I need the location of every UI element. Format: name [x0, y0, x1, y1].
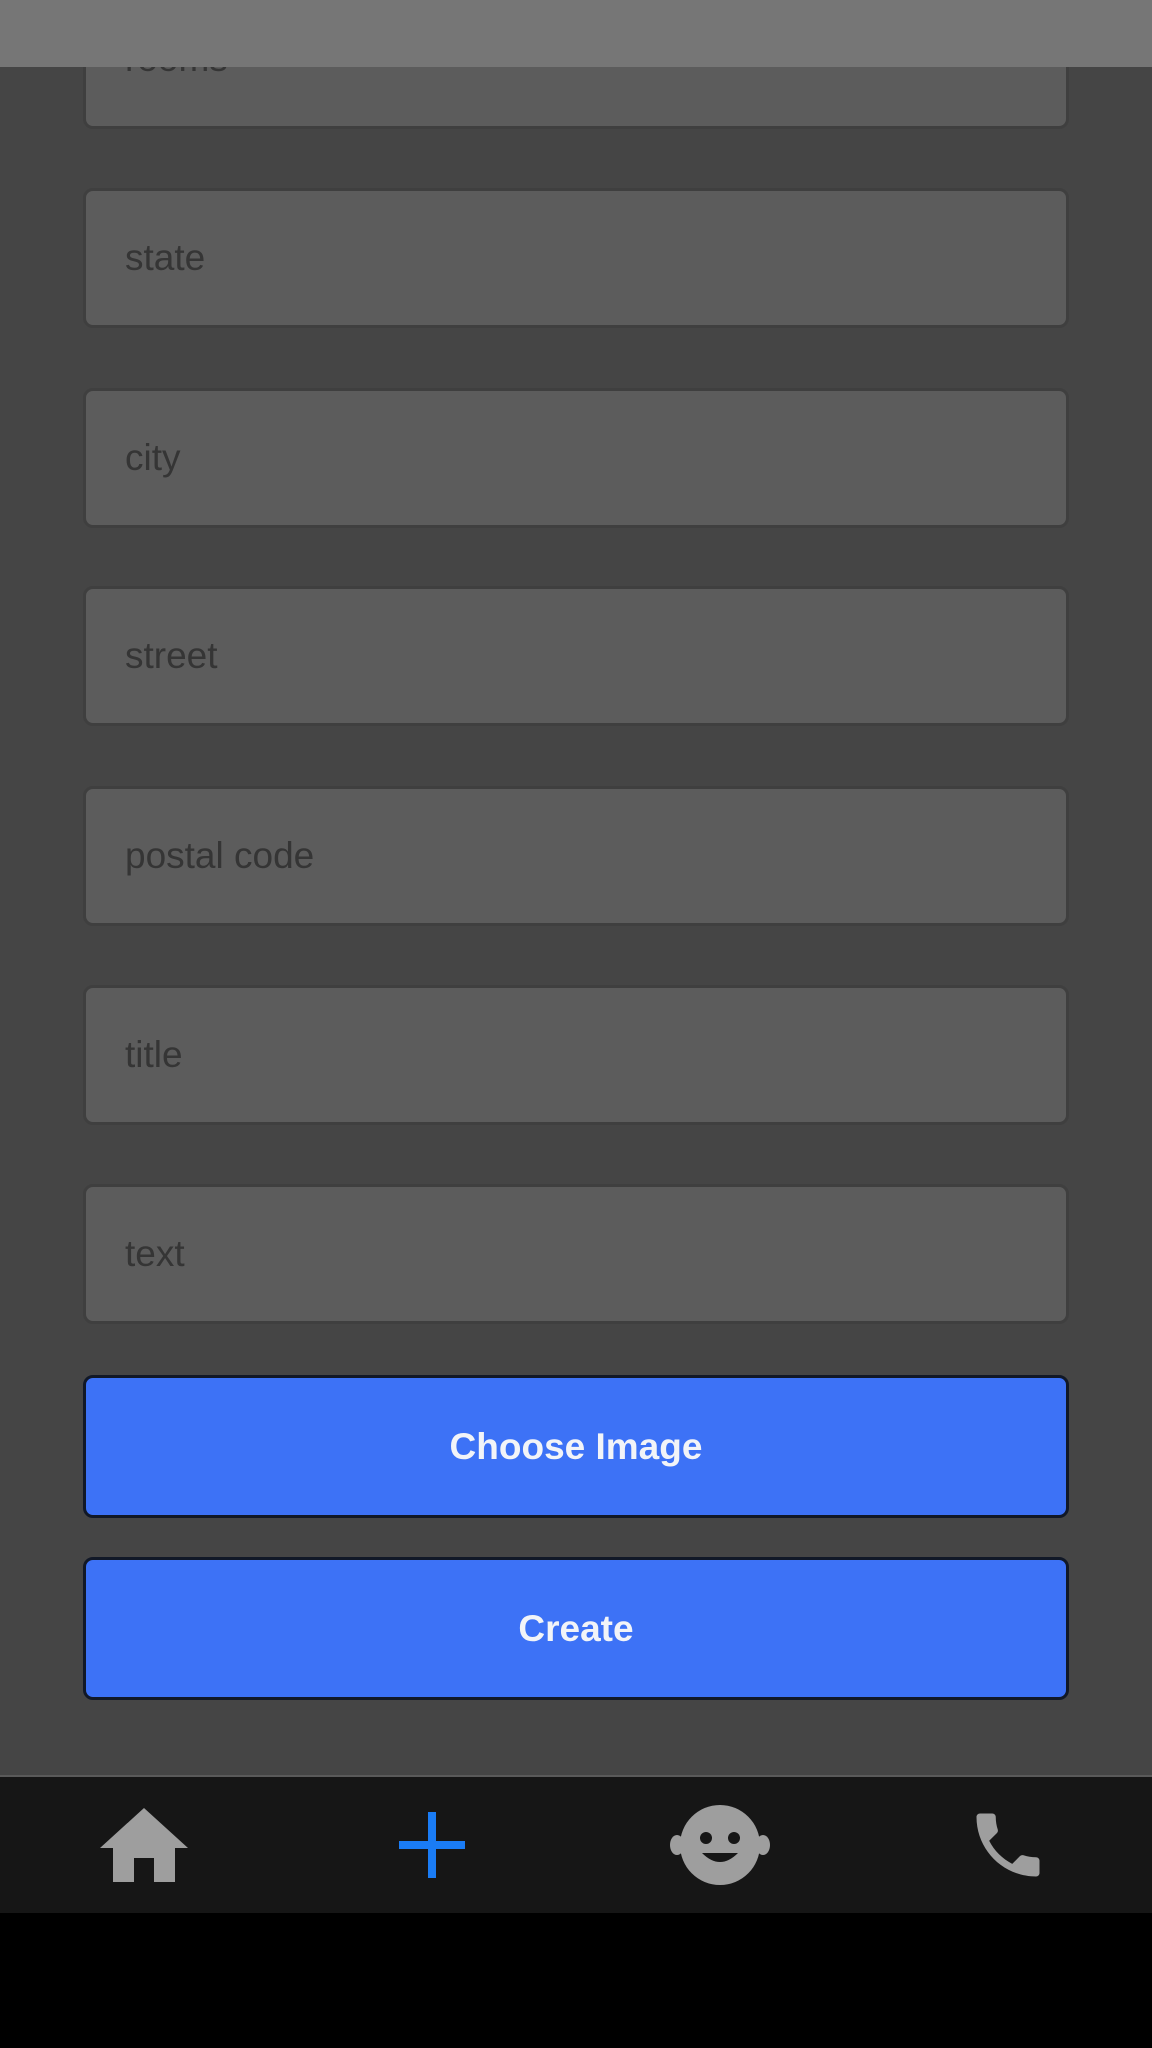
choose-image-button[interactable]: Choose Image	[83, 1375, 1069, 1518]
nav-profile[interactable]	[576, 1777, 864, 1913]
home-icon	[98, 1806, 190, 1884]
text-field[interactable]: text	[83, 1184, 1069, 1324]
nav-home[interactable]	[0, 1777, 288, 1913]
face-icon	[670, 1805, 770, 1885]
city-field[interactable]: city	[83, 388, 1069, 528]
nav-call[interactable]	[864, 1777, 1152, 1913]
postal-code-field[interactable]: postal code	[83, 786, 1069, 926]
create-button[interactable]: Create	[83, 1557, 1069, 1700]
text-placeholder: text	[125, 1233, 185, 1274]
postal-code-placeholder: postal code	[125, 835, 315, 876]
title-placeholder: title	[125, 1034, 183, 1075]
plus-icon	[399, 1812, 465, 1878]
bottom-navigation	[0, 1775, 1152, 1913]
choose-image-label: Choose Image	[449, 1425, 703, 1467]
city-placeholder: city	[125, 437, 181, 478]
state-placeholder: state	[125, 237, 206, 278]
street-field[interactable]: street	[83, 586, 1069, 726]
create-label: Create	[518, 1607, 634, 1649]
nav-add[interactable]	[288, 1777, 576, 1913]
title-field[interactable]: title	[83, 985, 1069, 1125]
system-navigation-area	[0, 1913, 1152, 2048]
app-screen: rooms state city street postal code titl…	[0, 0, 1152, 1775]
street-placeholder: street	[125, 635, 218, 676]
phone-icon	[966, 1803, 1050, 1887]
top-app-bar	[0, 0, 1152, 67]
state-field[interactable]: state	[83, 188, 1069, 328]
